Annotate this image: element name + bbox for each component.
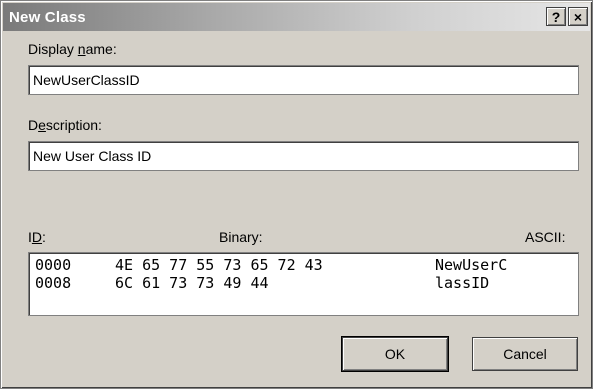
display-name-label-accesskey: n <box>77 41 86 57</box>
description-label-text-end: scription: <box>45 117 102 133</box>
hex-bytes[interactable]: 4E 65 77 55 73 65 72 43 <box>115 256 323 274</box>
hex-ascii[interactable]: NewUserC <box>435 256 507 274</box>
description-label-text: D <box>28 117 39 133</box>
ok-button[interactable]: OK <box>341 336 449 372</box>
new-class-dialog: New Class ? × Display name: NewUserClass… <box>0 0 593 389</box>
close-button[interactable]: × <box>568 7 588 26</box>
display-name-label-text-end: ame: <box>85 41 117 57</box>
cancel-button[interactable]: Cancel <box>472 337 578 371</box>
id-label-text-end: : <box>42 229 46 245</box>
ascii-column-label: ASCII: <box>525 229 566 245</box>
window-title: New Class <box>9 9 86 26</box>
id-label: ID: <box>28 229 46 245</box>
help-button[interactable]: ? <box>546 7 566 26</box>
binary-column-label: Binary: <box>219 229 263 245</box>
hex-bytes[interactable]: 6C 61 73 73 49 44 <box>115 274 269 292</box>
hex-row: 0000 4E 65 77 55 73 65 72 43 NewUserC <box>35 256 507 274</box>
display-name-field[interactable]: NewUserClassID <box>28 65 579 95</box>
description-label-accesskey: e <box>38 117 46 133</box>
description-field[interactable]: New User Class ID <box>28 141 579 171</box>
hex-row: 0008 6C 61 73 73 49 44 lassID <box>35 274 489 292</box>
hex-offset: 0000 <box>35 256 72 274</box>
hex-offset: 0008 <box>35 274 72 292</box>
binary-editor[interactable]: 0000 4E 65 77 55 73 65 72 43 NewUserC 00… <box>28 252 579 316</box>
display-name-label: Display name: <box>28 41 117 57</box>
title-bar[interactable]: New Class ? × <box>3 3 590 31</box>
description-label: Description: <box>28 117 102 133</box>
hex-ascii[interactable]: lassID <box>435 274 489 292</box>
id-label-accesskey: D <box>31 229 43 245</box>
display-name-label-text: Display <box>28 41 78 57</box>
